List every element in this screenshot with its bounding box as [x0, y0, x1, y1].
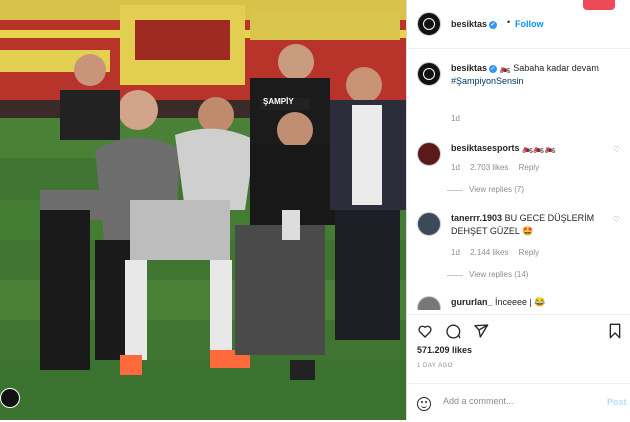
- comment-like-icon[interactable]: ♡: [613, 145, 620, 154]
- post-button[interactable]: Post: [607, 397, 627, 407]
- caption-text: besiktas ✓ 🏍️ Sabaha kadar devam #Şampiyo…: [451, 62, 621, 88]
- author-avatar[interactable]: [417, 12, 441, 36]
- comment-likes[interactable]: 2.703 likes: [470, 163, 508, 172]
- comment-message: 🏍️🏍️🏍️: [522, 143, 556, 153]
- verified-icon: ✓: [489, 64, 498, 73]
- post-side-panel: besiktas ✓ • Follow besiktas ✓ 🏍️ Sabaha k…: [406, 0, 630, 420]
- comment-bar: Post: [407, 383, 630, 422]
- comments-list[interactable]: besiktas ✓ 🏍️ Sabaha kadar devam #Şampiyo…: [407, 52, 630, 310]
- caption-age: 1d: [451, 114, 460, 123]
- comment-input[interactable]: [443, 396, 593, 406]
- caption-hashtag[interactable]: #ŞampiyonSensin: [451, 76, 524, 86]
- comment-text: tanerrr.1903 BU GECE DÜŞLERİM DEHŞET GÜZ…: [451, 212, 601, 238]
- comment-username[interactable]: besiktasesports: [451, 143, 520, 153]
- reply-button[interactable]: Reply: [519, 248, 539, 257]
- caption-username[interactable]: besiktas: [451, 63, 487, 73]
- logo-icon: [423, 68, 435, 80]
- comment-age: 1d: [451, 248, 460, 257]
- likes-count[interactable]: 571.209 likes: [417, 345, 472, 355]
- verified-icon: ✓: [489, 20, 498, 29]
- instagram-post-modal: ŞAMPİY besiktas ✓ • Follow besiktas ✓ 🏍️ S…: [0, 0, 630, 420]
- post-actions: 571.209 likes 1 DAY AGO Post: [407, 314, 630, 421]
- comment-icon[interactable]: [445, 323, 461, 339]
- tagged-user-icon[interactable]: [0, 388, 20, 408]
- heart-icon[interactable]: [417, 323, 433, 339]
- reply-button[interactable]: Reply: [519, 163, 539, 172]
- comment-likes[interactable]: 2.144 likes: [470, 248, 508, 257]
- commenter-avatar[interactable]: [417, 296, 441, 310]
- photo-scene: [0, 0, 406, 420]
- comment-username[interactable]: gururlan_: [451, 297, 493, 307]
- comment-meta: 1d 2.703 likes Reply: [451, 163, 547, 172]
- follow-button[interactable]: Follow: [515, 19, 544, 29]
- commenter-avatar[interactable]: [417, 212, 441, 236]
- comment-meta: 1d 2.144 likes Reply: [451, 248, 547, 257]
- post-header: besiktas ✓ • Follow: [407, 0, 630, 49]
- caption-avatar[interactable]: [417, 62, 441, 86]
- post-time[interactable]: 1 DAY AGO: [417, 363, 453, 369]
- comment-like-icon[interactable]: ♡: [613, 215, 620, 224]
- comment-text: besiktasesports 🏍️🏍️🏍️: [451, 142, 601, 155]
- bookmark-icon[interactable]: [607, 323, 623, 339]
- author-username[interactable]: besiktas ✓: [451, 19, 498, 29]
- comment-message: İnceeee | 😂: [495, 297, 546, 307]
- caption-meta: 1d: [451, 114, 468, 123]
- view-replies-button[interactable]: View replies (14): [446, 270, 528, 279]
- comment-age: 1d: [451, 163, 460, 172]
- emoji-icon[interactable]: [417, 397, 431, 411]
- post-photo[interactable]: ŞAMPİY: [0, 0, 406, 420]
- comment-text: gururlan_ İnceeee | 😂: [451, 296, 601, 309]
- caption-message: 🏍️ Sabaha kadar devam: [499, 63, 599, 73]
- logo-icon: [423, 18, 435, 30]
- share-icon[interactable]: [473, 323, 489, 339]
- comment-username[interactable]: tanerrr.1903: [451, 213, 502, 223]
- shirt-text: ŞAMPİY: [263, 97, 294, 106]
- view-replies-button[interactable]: View replies (7): [447, 185, 524, 194]
- commenter-avatar[interactable]: [417, 142, 441, 166]
- separator-dot: •: [507, 17, 511, 27]
- author-username-text[interactable]: besiktas: [451, 19, 487, 29]
